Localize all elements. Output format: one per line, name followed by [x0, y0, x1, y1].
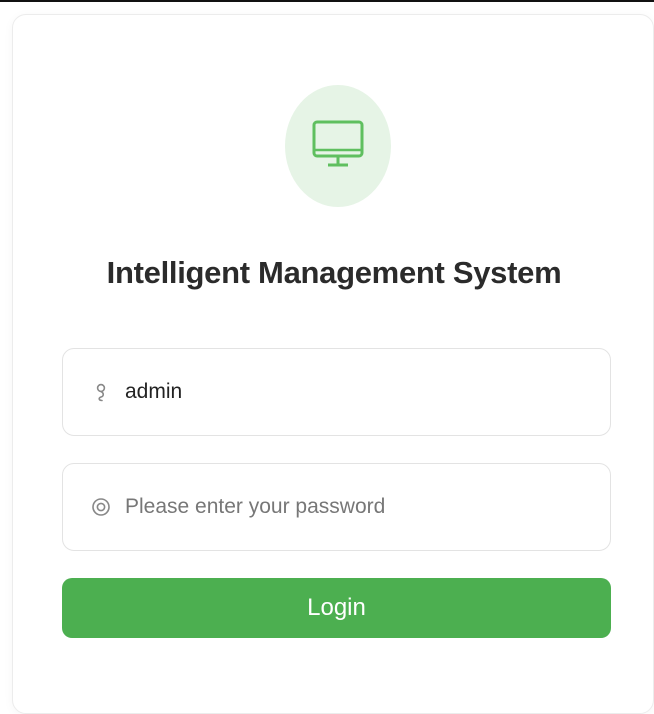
login-card: Intelligent Management System Login	[12, 14, 654, 714]
login-button[interactable]: Login	[62, 578, 611, 638]
top-divider	[0, 0, 654, 2]
username-input[interactable]	[125, 372, 585, 412]
lock-icon	[91, 497, 111, 517]
password-field[interactable]	[62, 463, 611, 551]
logo-badge	[285, 85, 391, 207]
page-title: Intelligent Management System	[106, 255, 562, 290]
user-icon	[91, 382, 111, 402]
monitor-icon	[306, 112, 370, 181]
username-field[interactable]	[62, 348, 611, 436]
password-input[interactable]	[125, 487, 585, 527]
